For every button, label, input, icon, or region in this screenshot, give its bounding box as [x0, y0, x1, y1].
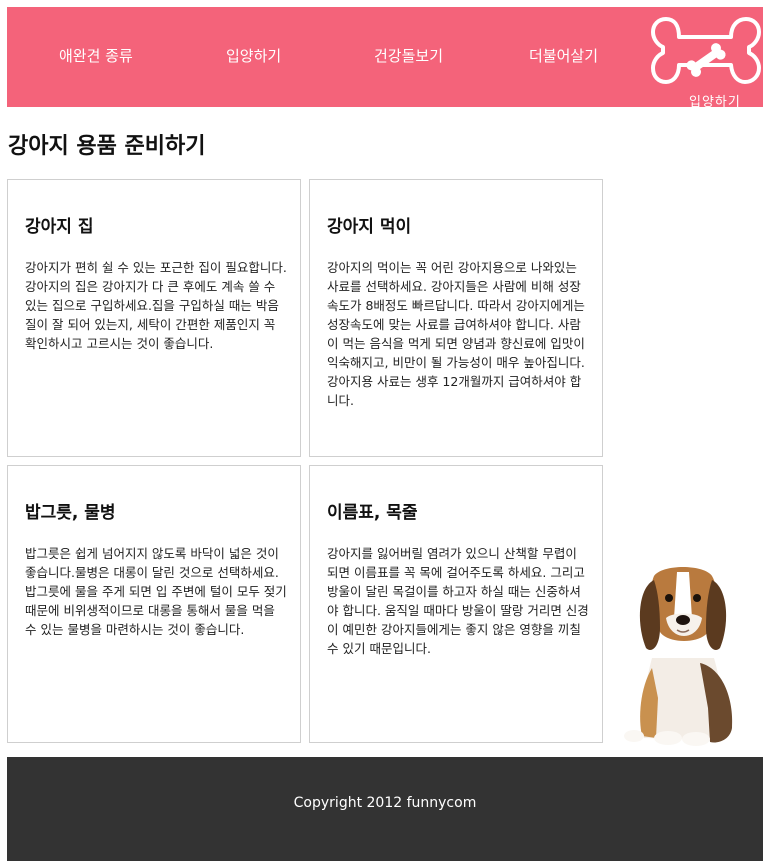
card-text: 강아지가 편히 쉴 수 있는 포근한 집이 필요합니다. 강아지의 집은 강아지…	[25, 260, 287, 351]
logo-caption: 입양하기	[689, 95, 741, 110]
card-text: 강아지를 잃어버릴 염려가 있으니 산책할 무렵이 되면 이름표를 꼭 목에 걸…	[327, 546, 589, 656]
card-text: 강아지의 먹이는 꼭 어린 강아지용으로 나와있는 사료를 선택하세요. 강아지…	[327, 260, 585, 408]
card-title: 강아지 먹이	[327, 217, 412, 237]
card-title: 이름표, 목줄	[327, 503, 418, 523]
site-footer: Copyright 2012 funnycom	[7, 757, 763, 861]
card-bowl-bottle: 밥그릇, 물병 밥그릇은 쉽게 넘어지지 않도록 바닥이 넓은 것이 좋습니다.…	[7, 465, 301, 743]
copyright-text: Copyright 2012 funnycom	[293, 795, 477, 811]
nav-item-adoption[interactable]: 입양하기	[226, 45, 281, 66]
nav-item-living-together[interactable]: 더불어살기	[529, 45, 598, 66]
card-dog-house: 강아지 집 강아지가 편히 쉴 수 있는 포근한 집이 필요합니다. 강아지의 …	[7, 179, 301, 457]
card-title: 밥그릇, 물병	[25, 503, 116, 523]
card-dog-food: 강아지 먹이 강아지의 먹이는 꼭 어린 강아지용으로 나와있는 사료를 선택하…	[309, 179, 603, 457]
card-text: 밥그릇은 쉽게 넘어지지 않도록 바닥이 넓은 것이 좋습니다.물병은 대롱이 …	[25, 546, 287, 637]
card-nametag-leash: 이름표, 목줄 강아지를 잃어버릴 염려가 있으니 산책할 무렵이 되면 이름표…	[309, 465, 603, 743]
nav-item-health-care[interactable]: 건강돌보기	[374, 45, 443, 66]
card-title: 강아지 집	[25, 217, 94, 237]
beagle-puppy-image	[624, 567, 733, 746]
nav-item-dog-breeds[interactable]: 애완견 종류	[59, 45, 133, 66]
page-title: 강아지 용품 준비하기	[8, 134, 206, 159]
site-header: 애완견 종류 입양하기 건강돌보기 더불어살기 입양하기	[7, 7, 763, 110]
small-bone-icon	[686, 43, 726, 77]
bone-icon	[651, 17, 761, 84]
logo[interactable]: 입양하기	[651, 15, 761, 110]
